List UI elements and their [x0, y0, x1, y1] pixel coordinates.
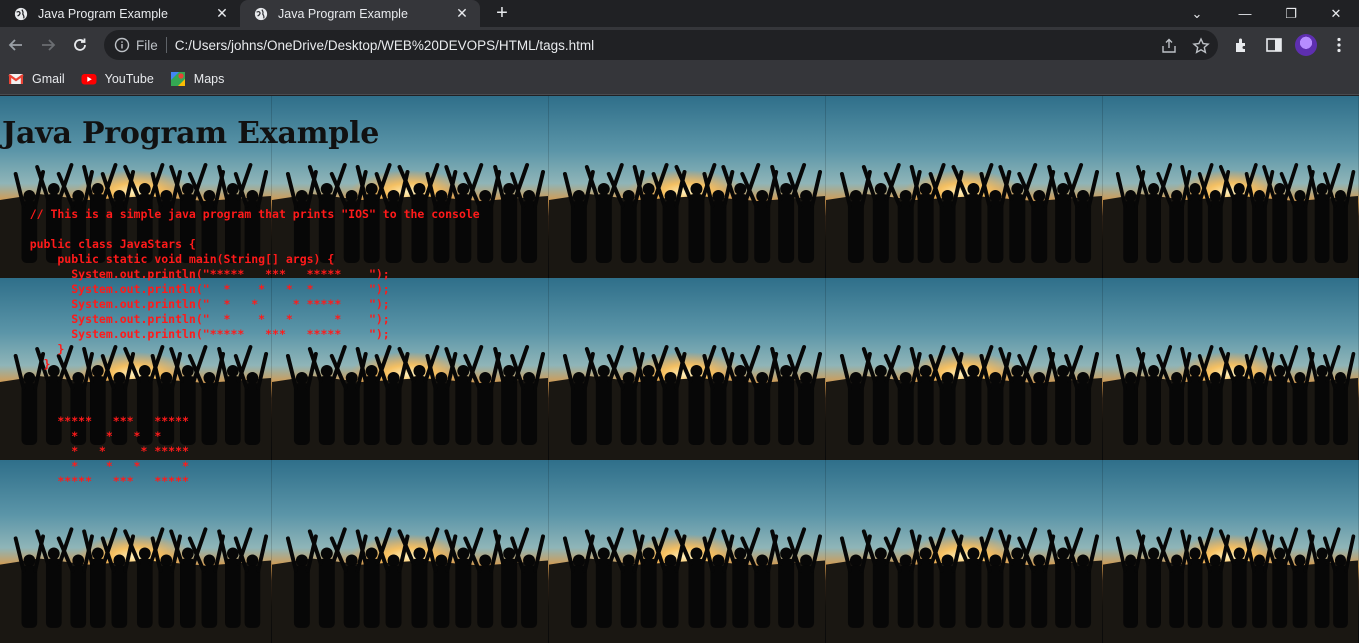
divider — [165, 37, 167, 53]
menu-kebab-icon[interactable] — [1330, 36, 1348, 54]
background-photo-tile — [1103, 96, 1359, 278]
browser-tab[interactable]: Java Program Example ✕ — [0, 0, 240, 27]
maps-icon — [170, 71, 185, 86]
back-button[interactable] — [4, 33, 28, 57]
program-output-block: ***** *** ***** * * * * * * * ***** * * … — [57, 414, 189, 488]
background-photo-tile — [826, 278, 1103, 460]
profile-avatar[interactable] — [1295, 34, 1317, 56]
url-text[interactable]: C:/Users/johns/OneDrive/Desktop/WEB%20DE… — [175, 38, 594, 53]
crowd-silhouette-image — [1103, 527, 1358, 643]
gmail-icon — [8, 73, 24, 84]
bookmarks-bar: Gmail YouTube Maps — [0, 63, 1359, 95]
scheme-label: File — [136, 37, 158, 53]
java-code-block: // This is a simple java program that pr… — [29, 207, 480, 371]
bookmark-label: Maps — [193, 71, 225, 86]
side-panel-icon[interactable] — [1265, 36, 1283, 54]
restore-button[interactable]: ❐ — [1268, 0, 1314, 27]
crowd-silhouette-image — [272, 527, 548, 643]
crowd-silhouette-image — [1103, 163, 1358, 278]
tab-title: Java Program Example — [278, 6, 408, 21]
globe-icon — [254, 7, 268, 20]
bookmark-gmail[interactable]: Gmail — [8, 71, 65, 87]
crowd-silhouette-image — [826, 345, 1102, 460]
crowd-silhouette-image — [826, 163, 1102, 278]
back-arrow-icon — [8, 39, 22, 51]
bookmark-label: YouTube — [104, 71, 154, 86]
new-tab-button[interactable]: + — [490, 3, 514, 25]
browser-tab-active[interactable]: Java Program Example ✕ — [240, 0, 480, 27]
page-viewport[interactable]: Java Program Example // This is a simple… — [0, 96, 1359, 643]
bookmark-maps[interactable]: Maps — [170, 71, 225, 87]
info-icon[interactable] — [114, 37, 130, 53]
tab-title: Java Program Example — [38, 6, 168, 21]
browser-toolbar: File C:/Users/johns/OneDrive/Desktop/WEB… — [0, 27, 1359, 63]
bookmark-star-icon[interactable] — [1192, 37, 1210, 55]
background-photo-tile — [272, 460, 549, 643]
tab-search-icon[interactable]: ⌄ — [1174, 0, 1220, 27]
minimize-button[interactable]: — — [1222, 0, 1268, 27]
bookmark-label: Gmail — [32, 71, 65, 86]
bookmark-youtube[interactable]: YouTube — [81, 71, 154, 87]
crowd-silhouette-image — [1103, 345, 1358, 460]
forward-button[interactable] — [36, 33, 60, 57]
close-window-button[interactable]: ✕ — [1313, 0, 1359, 27]
globe-icon — [14, 7, 28, 20]
background-photo-tile — [1103, 460, 1359, 643]
youtube-icon — [81, 73, 97, 84]
forward-arrow-icon — [42, 39, 56, 51]
extensions-icon[interactable] — [1233, 36, 1251, 54]
reload-button[interactable] — [68, 33, 92, 57]
crowd-silhouette-image — [549, 345, 825, 460]
crowd-silhouette-image — [549, 527, 825, 643]
crowd-silhouette-image — [826, 527, 1102, 643]
page-title: Java Program Example — [2, 116, 380, 151]
address-bar[interactable]: File C:/Users/johns/OneDrive/Desktop/WEB… — [104, 30, 1218, 60]
reload-icon — [74, 38, 86, 51]
background-photo-tile — [549, 278, 826, 460]
share-icon[interactable] — [1160, 37, 1178, 55]
close-tab-icon[interactable]: ✕ — [454, 5, 470, 22]
background-photo-tile — [826, 460, 1103, 643]
tab-strip: Java Program Example ✕ Java Program Exam… — [0, 0, 1359, 27]
crowd-silhouette-image — [549, 163, 825, 278]
close-tab-icon[interactable]: ✕ — [214, 5, 230, 22]
background-photo-tile — [549, 460, 826, 643]
background-photo-tile — [549, 96, 826, 278]
background-photo-tile — [1103, 278, 1359, 460]
background-photo-tile — [826, 96, 1103, 278]
